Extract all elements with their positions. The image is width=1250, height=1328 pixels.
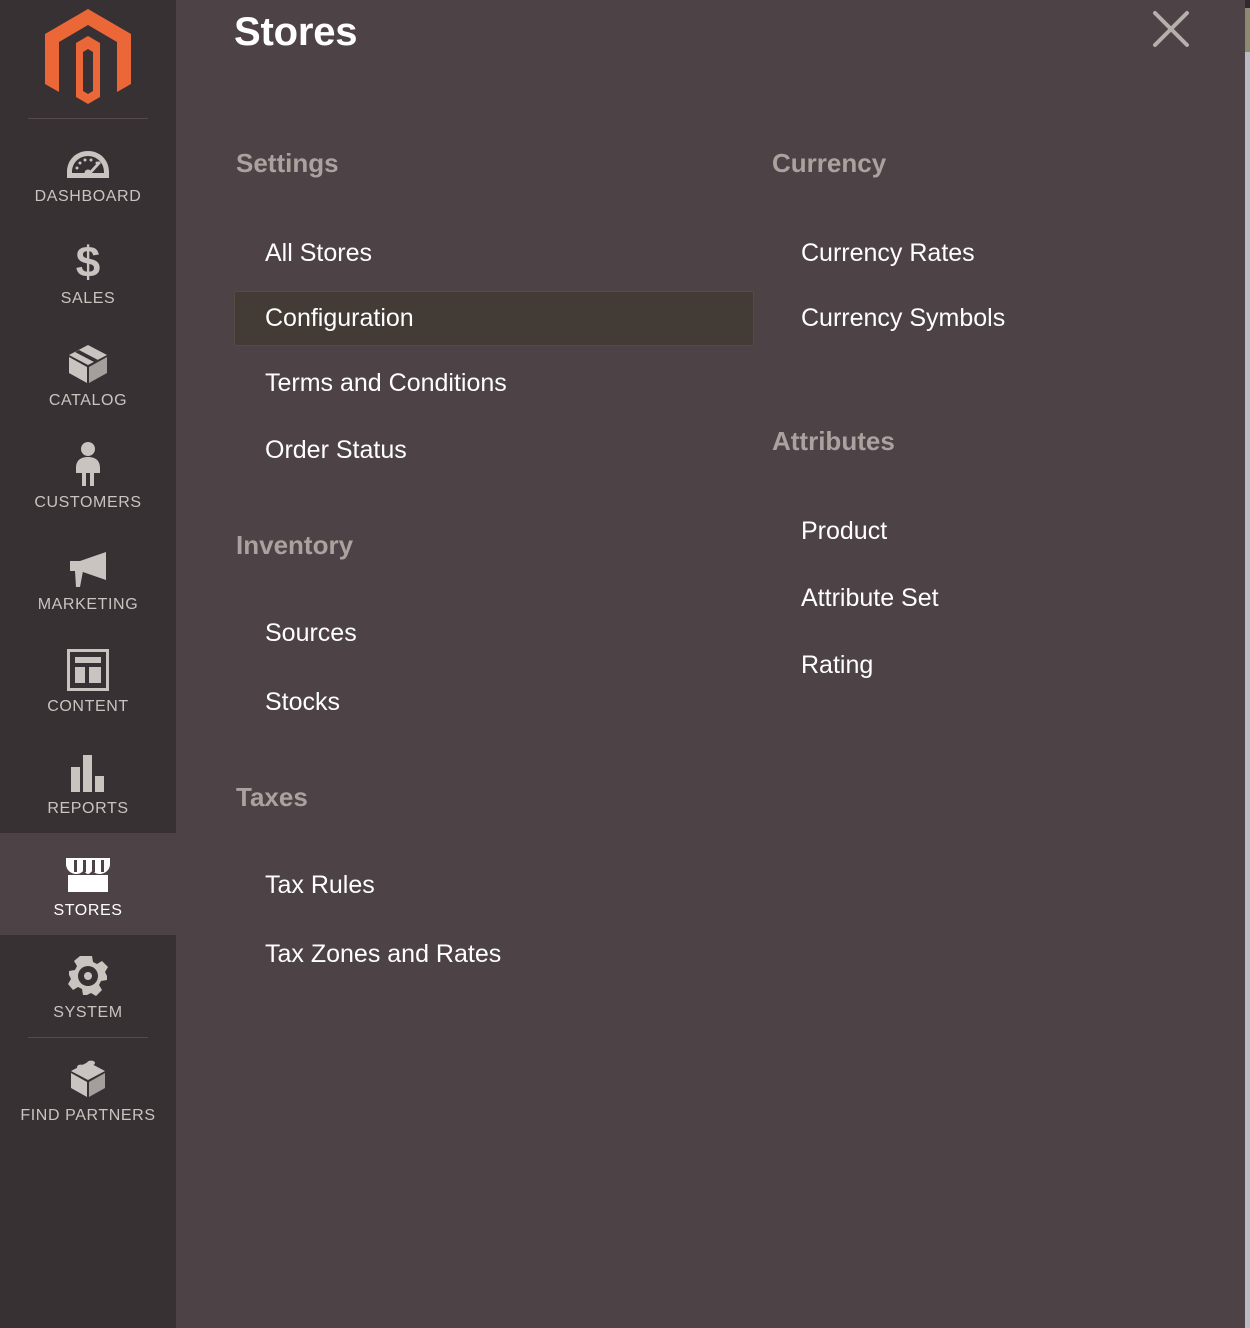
sidebar-item-label: DASHBOARD xyxy=(34,188,142,205)
menu-column-left: Settings All Stores Configuration Terms … xyxy=(234,150,754,982)
menu-item-currency-rates[interactable]: Currency Rates xyxy=(770,226,1240,281)
sidebar-item-find-partners[interactable]: FIND PARTNERS xyxy=(0,1038,176,1140)
menu-group-title: Attributes xyxy=(772,426,895,456)
svg-text:$: $ xyxy=(76,239,100,283)
sidebar-item-stores[interactable]: STORES xyxy=(0,833,176,935)
sidebar-item-label: STORES xyxy=(53,902,123,919)
menu-group-settings: Settings All Stores Configuration Terms … xyxy=(234,150,754,478)
page-scrollbar-top-cap xyxy=(1245,0,1250,8)
menu-item-configuration[interactable]: Configuration xyxy=(234,291,754,346)
sidebar-item-reports[interactable]: REPORTS xyxy=(0,731,176,833)
dollar-sign-icon: $ xyxy=(71,239,105,283)
page-scrollbar-track[interactable] xyxy=(1245,0,1250,1328)
menu-group-title: Settings xyxy=(236,148,339,178)
menu-group-taxes: Taxes Tax Rules Tax Zones and Rates xyxy=(234,784,754,982)
page-scrollbar-thumb[interactable] xyxy=(1245,8,1250,52)
box-icon xyxy=(67,341,109,385)
bar-chart-icon xyxy=(67,749,109,793)
menu-item-stocks[interactable]: Stocks xyxy=(234,675,754,730)
sidebar-item-label: CATALOG xyxy=(48,392,128,409)
sidebar-item-content[interactable]: CONTENT xyxy=(0,629,176,731)
menu-item-product[interactable]: Product xyxy=(770,504,1240,559)
menu-item-currency-symbols[interactable]: Currency Symbols xyxy=(770,291,1240,346)
sidebar-item-label: REPORTS xyxy=(47,800,129,817)
close-menu-button[interactable] xyxy=(1146,6,1196,56)
menu-group-attributes: Attributes Product Attribute Set Rating xyxy=(770,428,1240,693)
dashboard-gauge-icon xyxy=(66,137,110,181)
sidebar-item-label: MARKETING xyxy=(37,596,139,613)
menu-group-inventory: Inventory Sources Stocks xyxy=(234,532,754,730)
menu-item-order-status[interactable]: Order Status xyxy=(234,423,754,478)
magento-logo-icon xyxy=(45,8,131,110)
menu-item-tax-zones-and-rates[interactable]: Tax Zones and Rates xyxy=(234,927,754,982)
sidebar-item-sales[interactable]: $ SALES xyxy=(0,221,176,323)
menu-item-tax-rules[interactable]: Tax Rules xyxy=(234,858,754,913)
sidebar-item-marketing[interactable]: MARKETING xyxy=(0,527,176,629)
menu-group-title: Currency xyxy=(772,148,887,178)
menu-item-attribute-set[interactable]: Attribute Set xyxy=(770,571,1240,626)
menu-column-right: Currency Currency Rates Currency Symbols… xyxy=(770,150,1240,693)
menu-item-all-stores[interactable]: All Stores xyxy=(234,226,754,281)
menu-item-terms-and-conditions[interactable]: Terms and Conditions xyxy=(234,356,754,411)
menu-group-title: Taxes xyxy=(236,782,308,812)
menu-group-currency: Currency Currency Rates Currency Symbols xyxy=(770,150,1240,346)
close-icon xyxy=(1150,8,1192,55)
menu-item-sources[interactable]: Sources xyxy=(234,606,754,661)
sidebar-item-dashboard[interactable]: DASHBOARD xyxy=(0,119,176,221)
page-title: Stores xyxy=(234,10,358,54)
menu-item-rating[interactable]: Rating xyxy=(770,638,1240,693)
sidebar-item-label: CUSTOMERS xyxy=(34,494,142,511)
megaphone-icon xyxy=(66,545,110,589)
sidebar-item-label: FIND PARTNERS xyxy=(20,1107,156,1124)
storefront-icon xyxy=(64,851,112,895)
sidebar-item-catalog[interactable]: CATALOG xyxy=(0,323,176,425)
stores-menu-panel: Stores Settings All Stores Configuration… xyxy=(176,0,1250,1328)
sidebar-item-label: CONTENT xyxy=(47,698,129,715)
sidebar-item-label: SYSTEM xyxy=(53,1004,123,1021)
extension-block-icon xyxy=(67,1056,109,1100)
magento-logo[interactable] xyxy=(0,0,176,118)
layout-page-icon xyxy=(67,647,109,691)
person-icon xyxy=(71,442,105,487)
sidebar-item-customers[interactable]: CUSTOMERS xyxy=(0,425,176,527)
sidebar-item-system[interactable]: SYSTEM xyxy=(0,935,176,1037)
gear-icon xyxy=(67,953,109,997)
magento-admin-stores-menu: DASHBOARD $ SALES CATALOG CUSTOMERS MARK… xyxy=(0,0,1250,1328)
menu-group-title: Inventory xyxy=(236,530,354,560)
sidebar: DASHBOARD $ SALES CATALOG CUSTOMERS MARK… xyxy=(0,0,176,1328)
sidebar-item-label: SALES xyxy=(60,290,116,307)
